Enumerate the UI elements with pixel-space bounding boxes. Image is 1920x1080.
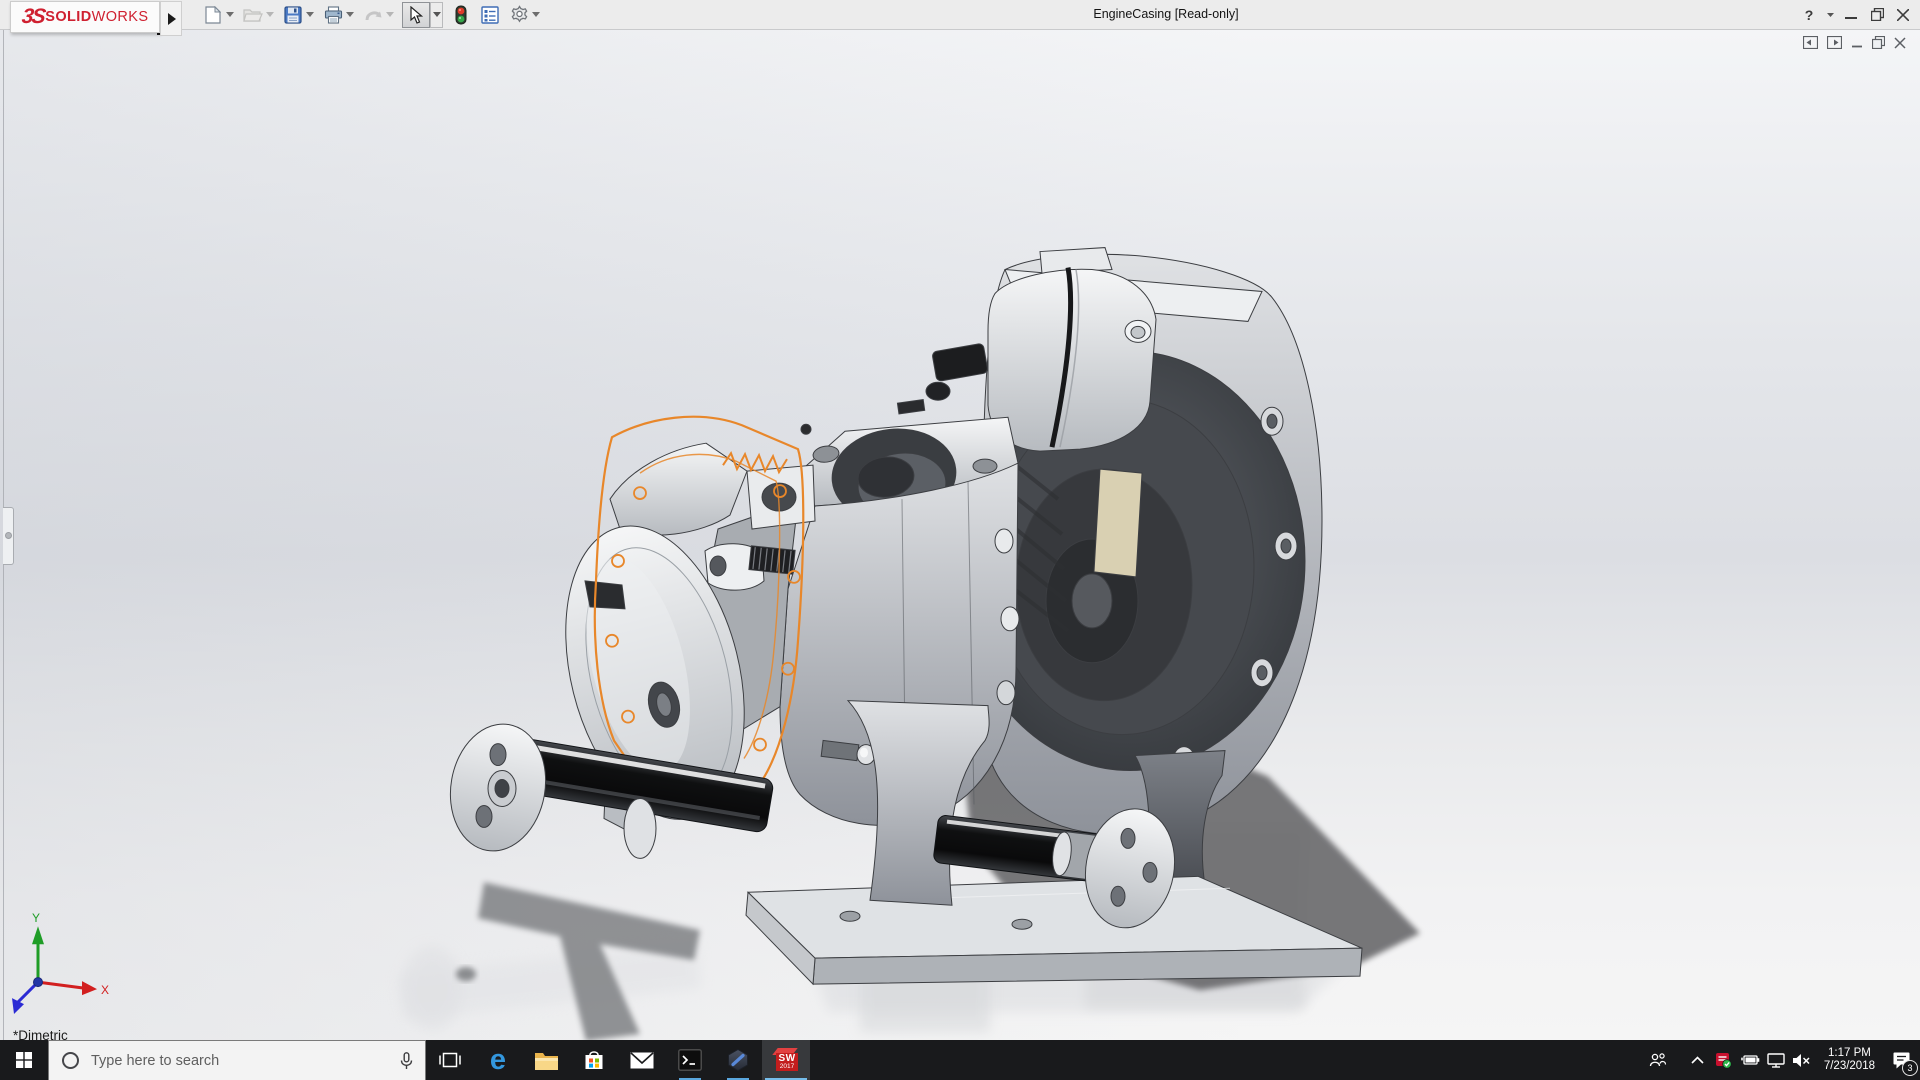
print-dropdown[interactable]	[344, 5, 355, 25]
undo-button[interactable]	[362, 4, 395, 26]
tray-network[interactable]	[1763, 1040, 1789, 1080]
model-view[interactable]: Y X	[0, 30, 1920, 1040]
tab-grip-icon	[5, 532, 12, 539]
taskbar-search[interactable]: Type here to search	[48, 1040, 426, 1080]
tray-solidworks-monitor[interactable]	[1711, 1040, 1737, 1080]
open-dropdown[interactable]	[264, 5, 275, 25]
select-tool-button[interactable]	[402, 2, 443, 28]
undo-arrow-icon	[362, 4, 384, 26]
start-button[interactable]	[0, 1040, 48, 1080]
windows-logo-icon	[16, 1052, 32, 1068]
help-button[interactable]: ?	[1796, 0, 1822, 29]
brand-solid: SOLID	[45, 9, 91, 25]
action-center-button[interactable]: 3	[1884, 1040, 1920, 1080]
options-dropdown[interactable]	[530, 5, 541, 25]
titlebar: 3S SOLIDWORKS	[0, 0, 1920, 30]
minimize-button[interactable]	[1838, 0, 1864, 29]
task-view-icon	[439, 1051, 461, 1069]
store-icon	[583, 1049, 605, 1071]
windows-taskbar: Type here to search e	[0, 1040, 1920, 1080]
triad-x-label: X	[101, 983, 109, 997]
save-floppy-icon	[282, 4, 304, 26]
select-cursor-icon	[402, 2, 430, 28]
doc-restore-icon[interactable]	[1872, 36, 1885, 49]
gear-icon	[508, 4, 530, 26]
new-document-dropdown[interactable]	[224, 5, 235, 25]
open-button[interactable]	[242, 4, 275, 26]
file-properties-icon	[479, 4, 501, 26]
window-buttons: ?	[1796, 0, 1916, 29]
cortana-icon	[61, 1051, 80, 1070]
window-title: EngineCasing [Read-only]	[1093, 0, 1238, 29]
save-button[interactable]	[282, 4, 315, 26]
open-folder-icon	[242, 4, 264, 26]
cover-clamp	[585, 581, 625, 609]
tray-battery[interactable]	[1737, 1040, 1763, 1080]
mail-icon	[630, 1052, 654, 1069]
feature-tree-collapsed-tab[interactable]	[3, 507, 14, 565]
save-dropdown[interactable]	[304, 5, 315, 25]
document-window-controls	[1803, 36, 1906, 49]
taskbar-app-command-prompt[interactable]	[666, 1040, 714, 1080]
tray-date: 7/23/2018	[1824, 1060, 1875, 1073]
taskbar-app-file-explorer[interactable]	[522, 1040, 570, 1080]
new-document-button[interactable]	[202, 4, 235, 26]
select-tool-dropdown[interactable]	[430, 2, 443, 28]
restore-button[interactable]	[1864, 0, 1890, 29]
volume-muted-icon	[1792, 1053, 1811, 1068]
people-button[interactable]	[1645, 1040, 1671, 1080]
taskbar-app-task-view[interactable]	[426, 1040, 474, 1080]
graphics-area[interactable]: Y X *Dimetric	[0, 30, 1920, 1040]
quick-access-toolbar	[202, 0, 548, 29]
doc-minimize-icon[interactable]	[1851, 37, 1863, 49]
menu-flyout-button[interactable]	[160, 1, 182, 36]
network-icon	[1767, 1053, 1785, 1068]
taskbar-app-solidworks[interactable]: SW 2017	[762, 1040, 810, 1080]
flyout-arrow-icon	[167, 13, 176, 25]
microphone-icon[interactable]	[400, 1052, 413, 1070]
help-label: ?	[1805, 7, 1814, 23]
file-explorer-icon	[534, 1050, 559, 1071]
rebuild-button[interactable]	[450, 4, 472, 26]
edge-icon: e	[490, 1047, 506, 1073]
printer-icon	[322, 4, 344, 26]
options-button[interactable]	[508, 4, 541, 26]
system-tray: 1:17 PM 7/23/2018 3	[1645, 1040, 1920, 1080]
brand-works: WORKS	[92, 9, 149, 25]
pane-left-icon[interactable]	[1803, 36, 1818, 49]
battery-icon	[1740, 1054, 1760, 1066]
taskbar-app-hexagon-cad[interactable]	[714, 1040, 762, 1080]
command-prompt-icon	[678, 1049, 702, 1071]
solidworks-app-icon: SW 2017	[773, 1047, 799, 1073]
tray-clock[interactable]: 1:17 PM 7/23/2018	[1815, 1047, 1884, 1073]
tray-expand-button[interactable]	[1685, 1040, 1711, 1080]
doc-close-icon[interactable]	[1894, 37, 1906, 49]
tray-volume-muted[interactable]	[1789, 1040, 1815, 1080]
solidworks-logo: 3S SOLIDWORKS	[10, 1, 160, 33]
file-properties-button[interactable]	[479, 4, 501, 26]
triad-y-label: Y	[32, 911, 40, 925]
traffic-light-icon	[450, 4, 472, 26]
tray-time: 1:17 PM	[1824, 1047, 1875, 1060]
taskbar-app-store[interactable]	[570, 1040, 618, 1080]
taskbar-app-mail[interactable]	[618, 1040, 666, 1080]
solidworks-logo-text: SOLIDWORKS	[45, 9, 148, 25]
undo-dropdown[interactable]	[384, 5, 395, 25]
people-icon	[1649, 1052, 1667, 1068]
search-placeholder: Type here to search	[91, 1053, 389, 1069]
view-orientation-label: *Dimetric	[13, 1028, 68, 1040]
print-button[interactable]	[322, 4, 355, 26]
help-dropdown[interactable]	[1822, 0, 1838, 29]
pane-right-icon[interactable]	[1827, 36, 1842, 49]
chevron-up-icon	[1691, 1056, 1704, 1064]
solidworks-logo-mark-icon: 3S	[20, 7, 44, 27]
solidworks-resource-monitor-icon	[1715, 1052, 1732, 1069]
notification-badge: 3	[1902, 1060, 1918, 1076]
taskbar-app-edge[interactable]: e	[474, 1040, 522, 1080]
sw-year: 2017	[780, 1064, 794, 1071]
hexagon-app-icon	[726, 1048, 750, 1072]
close-button[interactable]	[1890, 0, 1916, 29]
new-document-icon	[202, 4, 224, 26]
